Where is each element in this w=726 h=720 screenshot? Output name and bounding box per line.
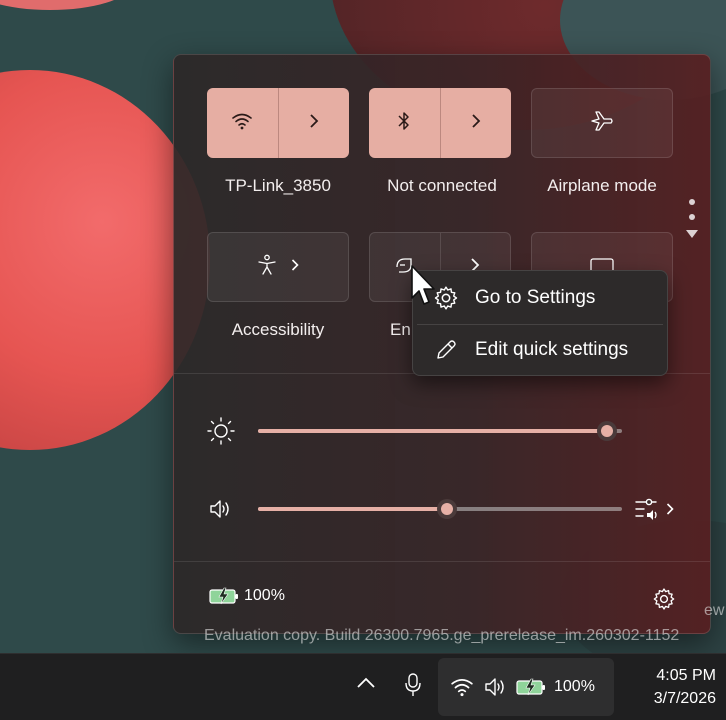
menu-divider xyxy=(417,324,663,325)
airplane-icon xyxy=(590,110,614,137)
menu-item-go-to-settings[interactable]: Go to Settings xyxy=(417,275,663,321)
context-menu: Go to Settings Edit quick settings xyxy=(412,270,668,376)
bluetooth-toggle[interactable] xyxy=(369,88,441,158)
chevron-right-icon xyxy=(291,258,299,276)
taskbar: 100% 4:05 PM 3/7/2026 xyxy=(0,653,726,720)
microphone-button[interactable] xyxy=(404,672,422,703)
evaluation-watermark: Evaluation copy. Build 26300.7965.ge_pre… xyxy=(204,627,680,644)
accessibility-icon xyxy=(257,254,277,281)
mouse-cursor-icon xyxy=(410,264,438,313)
sun-icon xyxy=(206,417,236,450)
airplane-mode-label: Airplane mode xyxy=(547,176,657,195)
brightness-slider[interactable] xyxy=(258,421,622,441)
show-hidden-icons-button[interactable] xyxy=(356,676,376,695)
volume-mixer-button[interactable] xyxy=(634,497,674,521)
accessibility-tile[interactable] xyxy=(207,232,349,302)
battery-status[interactable]: 100% xyxy=(209,587,285,605)
airplane-mode-tile[interactable] xyxy=(531,88,673,158)
volume-thumb[interactable] xyxy=(437,499,458,519)
wifi-toggle[interactable] xyxy=(207,88,279,158)
quick-settings-tray-button[interactable]: 100% xyxy=(438,658,614,716)
battery-charging-icon xyxy=(209,587,238,605)
wifi-icon xyxy=(451,679,473,697)
menu-item-edit-quick-settings[interactable]: Edit quick settings xyxy=(417,327,663,373)
taskbar-battery-percent: 100% xyxy=(554,678,595,695)
volume-fill xyxy=(258,507,448,511)
clock-date: 3/7/2026 xyxy=(653,690,716,707)
wifi-label: TP-Link_3850 xyxy=(225,176,331,195)
chevron-right-icon xyxy=(309,113,319,134)
settings-button[interactable] xyxy=(652,587,676,616)
energy-saver-label: En xyxy=(390,320,411,339)
accessibility-label: Accessibility xyxy=(231,320,325,339)
page-dot[interactable] xyxy=(689,214,695,220)
page-dot[interactable] xyxy=(689,199,695,205)
clock-time: 4:05 PM xyxy=(656,667,716,684)
speaker-icon xyxy=(485,678,504,696)
menu-item-label: Go to Settings xyxy=(475,287,596,308)
divider xyxy=(174,561,710,562)
battery-percent: 100% xyxy=(244,587,285,604)
brightness-fill xyxy=(258,429,608,433)
volume-slider[interactable] xyxy=(258,499,622,519)
chevron-up-icon xyxy=(357,677,375,688)
bluetooth-expand-button[interactable] xyxy=(441,88,512,158)
brightness-slider-row xyxy=(204,416,684,446)
volume-mixer-icon xyxy=(635,498,657,520)
wifi-expand-button[interactable] xyxy=(279,88,350,158)
wifi-icon xyxy=(231,112,253,135)
chevron-right-icon xyxy=(471,113,481,134)
pencil-icon xyxy=(417,338,475,362)
gear-icon xyxy=(653,588,675,610)
bluetooth-tile[interactable] xyxy=(369,88,511,158)
bluetooth-icon xyxy=(397,111,411,136)
menu-item-label: Edit quick settings xyxy=(475,339,629,360)
volume-slider-row xyxy=(204,494,684,524)
microphone-icon xyxy=(405,673,421,696)
battery-charging-icon xyxy=(516,678,545,696)
watermark-edge-text: ew xyxy=(704,602,725,619)
clock[interactable]: 4:05 PM 3/7/2026 xyxy=(620,664,716,710)
page-indicator[interactable] xyxy=(685,199,699,239)
page-down-icon[interactable] xyxy=(685,229,699,239)
bluetooth-label: Not connected xyxy=(387,176,497,195)
brightness-thumb[interactable] xyxy=(597,421,618,441)
chevron-right-icon xyxy=(666,503,674,515)
wifi-tile[interactable] xyxy=(207,88,349,158)
speaker-icon[interactable] xyxy=(208,498,232,525)
